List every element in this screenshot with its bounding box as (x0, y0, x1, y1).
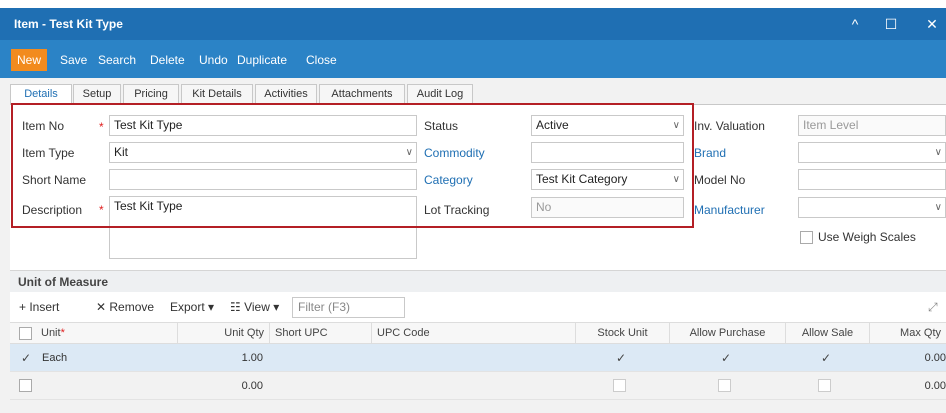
row-unit-qty[interactable]: 1.00 (178, 344, 263, 372)
tab-setup[interactable]: Setup (73, 84, 121, 104)
row-stock-unit-checkbox[interactable] (613, 379, 626, 392)
window-title: Item - Test Kit Type (14, 17, 123, 31)
inv-valuation-label: Inv. Valuation (694, 119, 765, 133)
tab-kit-details[interactable]: Kit Details (181, 84, 253, 104)
col-short-upc[interactable]: Short UPC (270, 323, 372, 344)
view-button[interactable]: ☷ View ▾ (230, 300, 279, 314)
row-select-checkbox[interactable]: ✓ (21, 351, 31, 365)
col-stock-unit[interactable]: Stock Unit (576, 323, 670, 344)
remove-button[interactable]: ✕ Remove (96, 300, 154, 314)
required-marker: * (60, 327, 65, 339)
select-all-checkbox[interactable] (19, 327, 32, 340)
model-no-field[interactable] (798, 169, 946, 190)
use-weigh-scales-label: Use Weigh Scales (818, 230, 916, 244)
expand-icon[interactable]: ⤢ (928, 300, 938, 315)
manufacturer-label[interactable]: Manufacturer (694, 203, 765, 217)
tab-audit-log[interactable]: Audit Log (407, 84, 473, 104)
close-icon[interactable]: ✕ (920, 13, 944, 35)
model-no-label: Model No (694, 173, 746, 187)
tab-pricing[interactable]: Pricing (123, 84, 179, 104)
col-unit-qty[interactable]: Unit Qty (178, 323, 270, 344)
search-button[interactable]: Search (92, 49, 142, 71)
maximize-icon[interactable]: ☐ (879, 13, 903, 35)
inv-valuation-field: Item Level (798, 115, 946, 136)
brand-label[interactable]: Brand (694, 146, 726, 160)
col-allow-purchase[interactable]: Allow Purchase (670, 323, 786, 344)
window-titlebar[interactable]: Item - Test Kit Type ^ ☐ ✕ (0, 8, 946, 40)
row-max-qty[interactable]: 0.00 (870, 372, 946, 400)
duplicate-button[interactable]: Duplicate (231, 49, 293, 71)
tab-activities[interactable]: Activities (255, 84, 317, 104)
manufacturer-select[interactable]: ∨ (798, 197, 946, 218)
tab-details[interactable]: Details (10, 84, 72, 105)
close-button[interactable]: Close (300, 49, 343, 71)
row-allow-sale-checkbox[interactable]: ✓ (821, 351, 831, 365)
use-weigh-scales-checkbox[interactable] (800, 231, 813, 244)
row-stock-unit-checkbox[interactable]: ✓ (616, 351, 626, 365)
col-upc-code[interactable]: UPC Code (372, 323, 576, 344)
chevron-down-icon[interactable]: ∨ (935, 198, 942, 217)
new-button[interactable]: New (11, 49, 48, 71)
tab-attachments[interactable]: Attachments (319, 84, 405, 104)
uom-section-header: Unit of Measure (10, 270, 946, 292)
filter-input[interactable]: Filter (F3) (292, 297, 405, 318)
chevron-down-icon[interactable]: ∨ (935, 143, 942, 162)
row-max-qty[interactable]: 0.00 (870, 344, 946, 372)
row-allow-sale-checkbox[interactable] (818, 379, 831, 392)
main-toolbar: New Save Search Delete Undo Duplicate Cl… (0, 40, 946, 78)
row-allow-purchase-checkbox[interactable]: ✓ (721, 351, 731, 365)
uom-grid-toolbar: + Insert ✕ Remove Export ▾ ☷ View ▾ Filt… (10, 292, 946, 322)
undo-button[interactable]: Undo (193, 49, 234, 71)
col-unit-label: Unit (41, 327, 61, 339)
export-button[interactable]: Export ▾ (170, 300, 214, 314)
uom-section-title: Unit of Measure (18, 275, 109, 289)
save-button[interactable]: Save (54, 49, 93, 71)
uom-column-headers: Unit* Unit Qty Short UPC UPC Code Stock … (10, 322, 946, 344)
brand-select[interactable]: ∨ (798, 142, 946, 163)
row-unit-qty[interactable]: 0.00 (178, 372, 263, 400)
table-row[interactable]: ✓ Each 1.00 ✓ ✓ ✓ 0.00 (10, 344, 946, 372)
highlight-box (11, 103, 694, 228)
behind-window-strip (0, 0, 946, 8)
col-max-qty[interactable]: Max Qty (870, 323, 946, 344)
row-allow-purchase-checkbox[interactable] (718, 379, 731, 392)
row-unit[interactable]: Each (42, 344, 67, 372)
table-row[interactable]: 0.00 0.00 (10, 372, 946, 400)
row-select-checkbox[interactable] (19, 379, 32, 392)
col-unit[interactable]: Unit* (36, 323, 178, 344)
col-allow-sale[interactable]: Allow Sale (786, 323, 870, 344)
delete-button[interactable]: Delete (144, 49, 191, 71)
insert-button[interactable]: + Insert (19, 300, 59, 314)
minimize-icon[interactable]: ^ (843, 13, 867, 35)
